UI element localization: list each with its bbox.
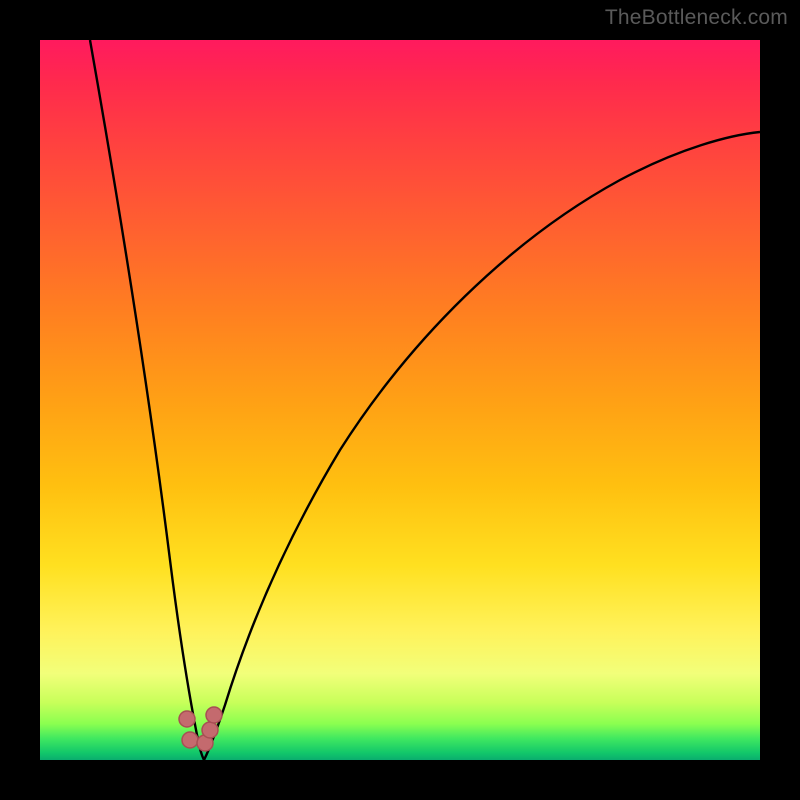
watermark-text: TheBottleneck.com bbox=[605, 6, 788, 30]
balanced-markers-group bbox=[179, 707, 222, 751]
curve-left-branch bbox=[90, 40, 204, 760]
marker-dot bbox=[206, 707, 222, 723]
chart-frame: TheBottleneck.com bbox=[0, 0, 800, 800]
marker-dot bbox=[179, 711, 195, 727]
marker-dot bbox=[202, 722, 218, 738]
plot-area bbox=[40, 40, 760, 760]
marker-dot bbox=[182, 732, 198, 748]
curve-right-branch bbox=[204, 132, 760, 760]
bottleneck-curve bbox=[40, 40, 760, 760]
